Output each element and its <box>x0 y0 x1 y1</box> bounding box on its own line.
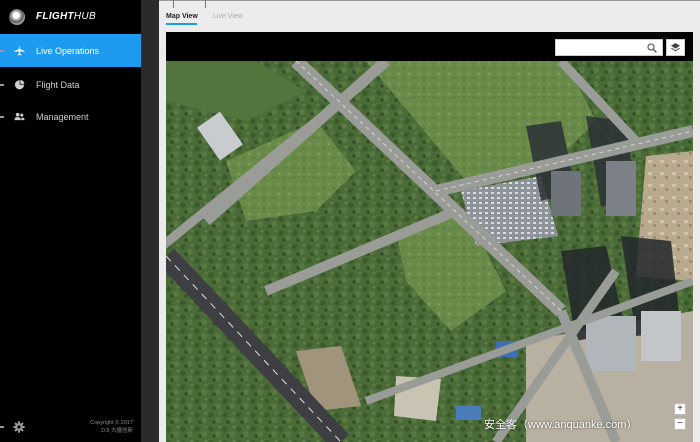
map-toolbar <box>166 32 693 61</box>
brand-name-light: HUB <box>73 11 96 22</box>
watermark: 安全客（www.anquanke.com） <box>484 419 638 431</box>
sidebar-item-label: Flight Data <box>36 79 80 90</box>
brand[interactable]: FLIGHTHUB <box>0 0 141 34</box>
layers-button[interactable] <box>666 39 685 56</box>
sidebar-edge-tick <box>0 50 4 52</box>
gear-icon[interactable] <box>13 421 25 433</box>
users-icon <box>14 112 25 121</box>
sidebar-item-label: Management <box>36 111 89 122</box>
flighthub-app: FLIGHTHUB Live Operations Flight Data Ma… <box>0 0 700 442</box>
tab-tick <box>205 0 206 8</box>
sidebar-edge-tick <box>0 426 4 428</box>
search-icon[interactable] <box>647 43 657 53</box>
zoom-in-button[interactable]: + <box>674 403 686 415</box>
sidebar-item-flight-data[interactable]: Flight Data <box>0 68 141 101</box>
copyright-line: DJI 大疆创新 <box>101 428 133 434</box>
active-tab-underline <box>166 23 197 25</box>
dji-logo-icon <box>9 9 25 25</box>
tab-tick <box>173 0 174 8</box>
sidebar-gutter <box>141 0 159 442</box>
sidebar-edge-tick <box>0 84 4 86</box>
sidebar-item-live-operations[interactable]: Live Operations <box>0 34 141 67</box>
main-panel: Map View Live View + − 安全客（www.anquanke.… <box>159 0 700 442</box>
zoom-out-button[interactable]: − <box>674 418 686 430</box>
brand-name-bold: FLIGHT <box>36 11 74 22</box>
sidebar-item-management[interactable]: Management <box>0 100 141 133</box>
copyright-line: Copyright © 2017 <box>90 420 133 426</box>
sidebar: FLIGHTHUB Live Operations Flight Data Ma… <box>0 0 141 442</box>
sidebar-edge-tick <box>0 116 4 118</box>
sidebar-item-label: Live Operations <box>36 45 100 56</box>
brand-name: FLIGHTHUB <box>36 11 96 22</box>
satellite-map[interactable]: + − 安全客（www.anquanke.com） <box>166 61 693 442</box>
satellite-imagery[interactable] <box>166 61 693 442</box>
copyright: Copyright © 2017 DJI 大疆创新 <box>90 419 133 435</box>
map-search[interactable] <box>555 39 663 56</box>
tab-map-view[interactable]: Map View <box>166 13 198 20</box>
tab-live-view[interactable]: Live View <box>213 13 243 20</box>
airplane-icon <box>14 45 25 56</box>
search-input[interactable] <box>558 41 642 54</box>
layers-icon <box>671 43 680 52</box>
pie-chart-icon <box>14 79 25 90</box>
view-tabs: Map View Live View <box>159 0 700 30</box>
